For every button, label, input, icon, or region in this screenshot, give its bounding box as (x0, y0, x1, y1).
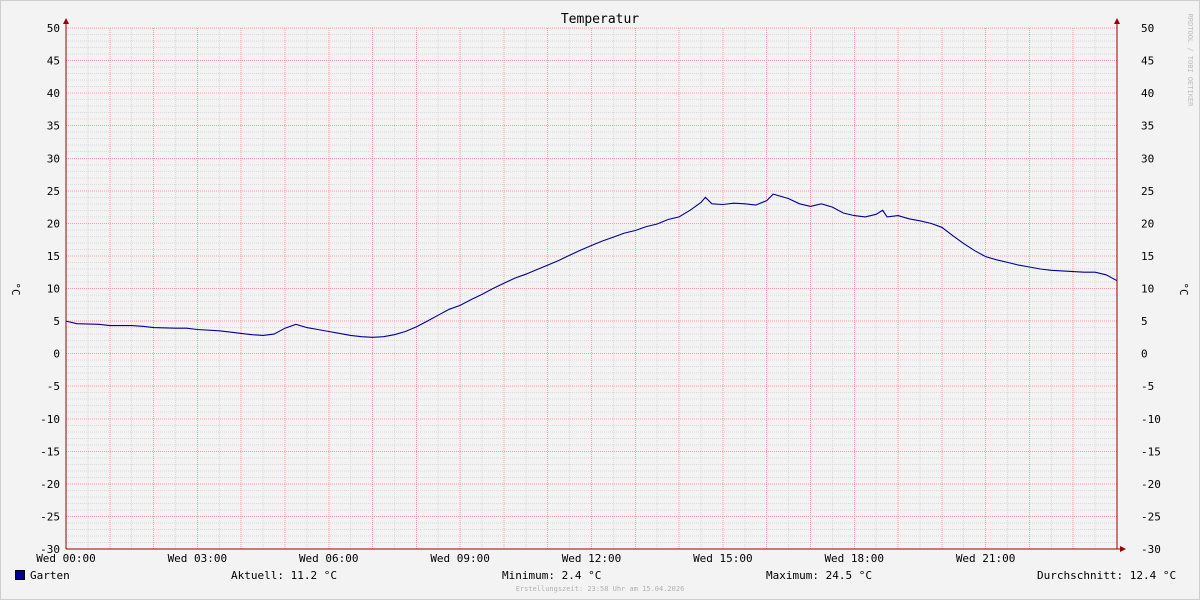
y-tick-label-left: -20 (40, 478, 60, 491)
y-axis-label-right: °C (1177, 282, 1190, 295)
legend-series-label: Garten (30, 569, 70, 582)
y-axis-right-arrow (1114, 18, 1120, 24)
y-tick-label-left: 0 (53, 348, 60, 361)
y-tick-label-right: -5 (1141, 380, 1154, 393)
y-axis-label-left: °C (9, 282, 22, 295)
legend-average: Durchschnitt: 12.4 °C (1037, 569, 1177, 582)
y-tick-label-left: -10 (40, 413, 60, 426)
legend-minimum: Minimum: 2.4 °C (502, 569, 602, 582)
y-tick-label-right: -10 (1141, 413, 1161, 426)
y-tick-label-right: -30 (1141, 543, 1161, 556)
y-tick-label-right: 40 (1141, 87, 1154, 100)
y-tick-label-left: 10 (47, 283, 60, 296)
x-tick-label: Wed 06:00 (299, 552, 359, 565)
y-tick-label-left: -15 (40, 445, 60, 458)
y-tick-label-right: -25 (1141, 510, 1161, 523)
y-tick-label-left: 30 (47, 152, 60, 165)
y-tick-label-right: 10 (1141, 283, 1154, 296)
grid (65, 27, 1118, 550)
y-tick-label-right: 0 (1141, 348, 1148, 361)
y-tick-label-right: 50 (1141, 22, 1154, 35)
y-tick-label-right: 5 (1141, 315, 1148, 328)
temperature-chart: 50 5045 4540 4035 3530 3025 2520 2015 1510 105 50 0… (9, 12, 1194, 565)
y-tick-label-left: 25 (47, 185, 60, 198)
x-tick-label: Wed 00:00 (36, 552, 96, 565)
x-tick-label: Wed 21:00 (956, 552, 1016, 565)
x-tick-label: Wed 15:00 (693, 552, 753, 565)
x-tick-label: Wed 03:00 (168, 552, 228, 565)
y-tick-label-left: 50 (47, 22, 60, 35)
y-tick-label-left: 45 (47, 55, 60, 68)
y-tick-label-right: -20 (1141, 478, 1161, 491)
y-tick-label-right: 30 (1141, 152, 1154, 165)
footer-timestamp: Erstellungszeit: 23:58 Uhr am 15.04.2026 (515, 585, 685, 593)
y-tick-label-right: 45 (1141, 55, 1154, 68)
x-tick-label: Wed 18:00 (824, 552, 884, 565)
legend-swatch-garten (15, 570, 25, 580)
series (65, 193, 1118, 338)
y-tick-label-left: 15 (47, 250, 60, 263)
y-tick-label-right: 20 (1141, 217, 1154, 230)
y-tick-label-left: 5 (53, 315, 60, 328)
legend-current: Aktuell: 11.2 °C (231, 569, 337, 582)
y-axis-left-arrow (63, 18, 69, 24)
y-tick-label-left: -5 (47, 380, 60, 393)
y-tick-label-right: 35 (1141, 120, 1154, 133)
y-tick-label-left: -25 (40, 510, 60, 523)
y-tick-label-left: 20 (47, 217, 60, 230)
watermark: RRDTOOL / TOBI OETIKER (1186, 14, 1194, 108)
x-tick-label: Wed 12:00 (562, 552, 622, 565)
y-tick-label-right: -15 (1141, 445, 1161, 458)
x-tick-label: Wed 09:00 (430, 552, 490, 565)
axes (63, 18, 1126, 552)
y-tick-label-right: 15 (1141, 250, 1154, 263)
y-tick-label-left: 35 (47, 120, 60, 133)
y-tick-label-right: 25 (1141, 185, 1154, 198)
y-tick-label-left: 40 (47, 87, 60, 100)
legend-maximum: Maximum: 24.5 °C (766, 569, 872, 582)
chart-title: Temperatur (561, 12, 639, 27)
series-line-garten (65, 193, 1118, 338)
x-axis-arrow (1120, 546, 1126, 552)
